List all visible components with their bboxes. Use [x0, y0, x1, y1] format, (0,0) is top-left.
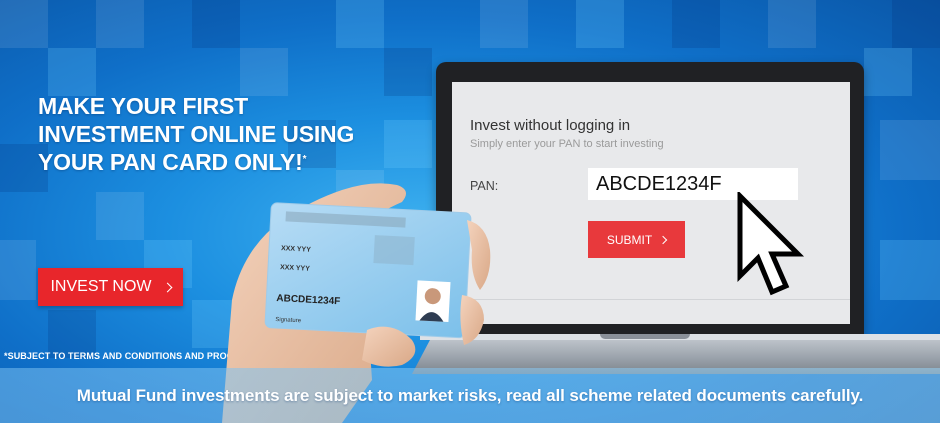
- headline: MAKE YOUR FIRST INVESTMENT ONLINE USING …: [38, 92, 354, 176]
- terms-note: *SUBJECT TO TERMS AND CONDITIONS AND PRO…: [4, 351, 255, 361]
- risk-disclaimer: Mutual Fund investments are subject to m…: [76, 385, 864, 405]
- submit-button[interactable]: SUBMIT: [588, 221, 685, 258]
- chevron-right-icon: [658, 235, 668, 244]
- headline-line2: INVESTMENT ONLINE USING: [38, 121, 355, 147]
- submit-label: SUBMIT: [606, 232, 653, 247]
- disclaimer-bar: Mutual Fund investments are subject to m…: [0, 368, 940, 423]
- headline-asterisk: *: [302, 154, 307, 165]
- form-title: Invest without logging in: [470, 117, 631, 134]
- invest-now-button[interactable]: INVEST NOW: [38, 268, 183, 306]
- laptop-hinge: [600, 334, 690, 339]
- chevron-right-icon: [162, 282, 172, 292]
- invest-now-label: INVEST NOW: [50, 278, 152, 295]
- form-subtitle: Simply enter your PAN to start investing: [470, 138, 664, 150]
- mouse-pointer-icon: [737, 192, 805, 296]
- headline-line1: MAKE YOUR FIRST: [38, 93, 248, 119]
- headline-line3: YOUR PAN CARD ONLY!: [38, 149, 303, 175]
- hero-banner: MAKE YOUR FIRST INVESTMENT ONLINE USING …: [0, 0, 940, 423]
